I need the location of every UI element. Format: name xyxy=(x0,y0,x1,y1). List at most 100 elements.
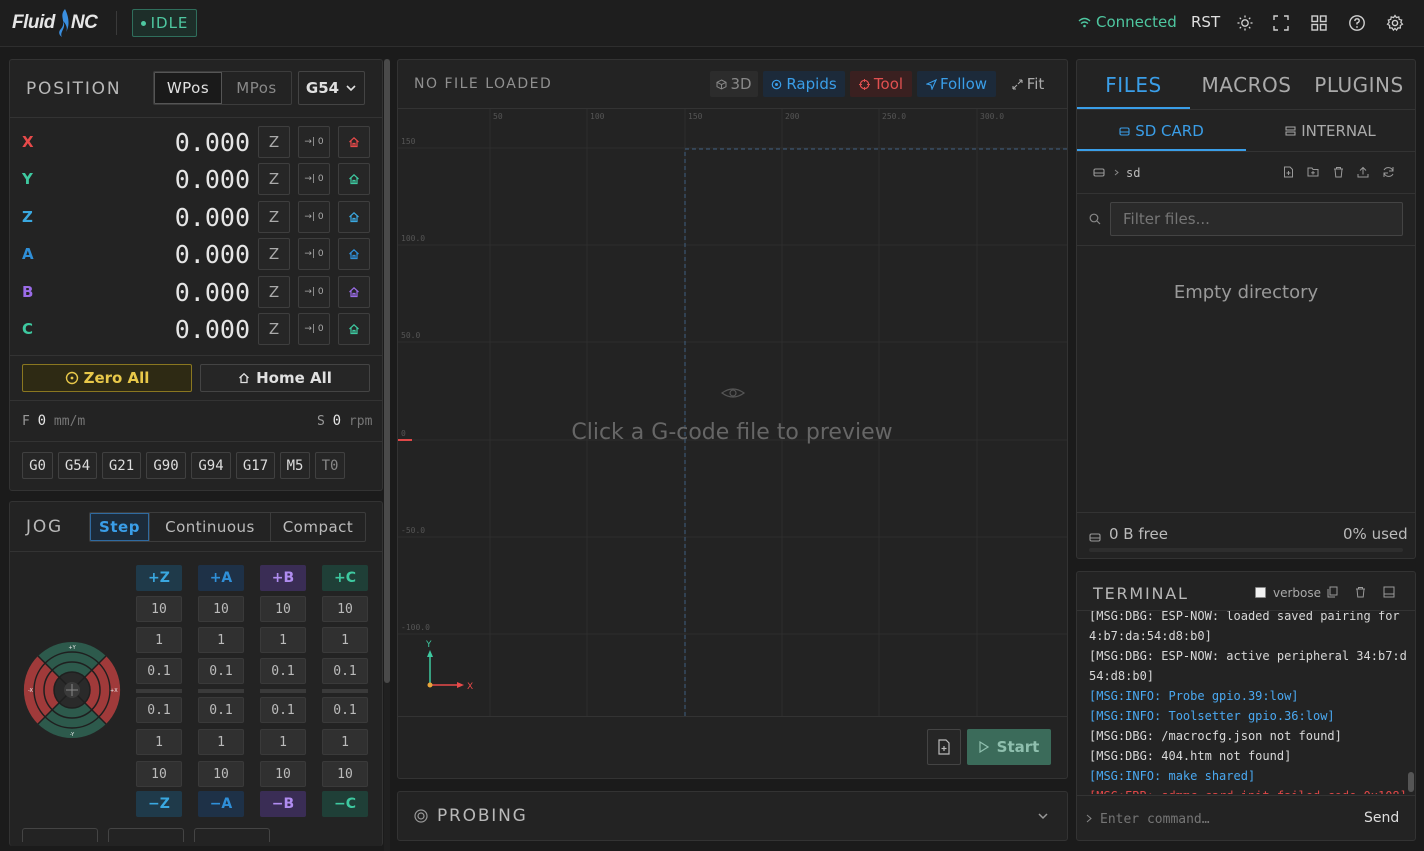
tab-plugins[interactable]: PLUGINS xyxy=(1303,62,1415,108)
jog-step-up-button[interactable]: 10 xyxy=(322,596,368,622)
jog-step-down-button[interactable]: 0.1 xyxy=(198,697,244,723)
fit-button[interactable]: Fit xyxy=(1002,71,1054,97)
verbose-checkbox[interactable] xyxy=(1255,587,1266,598)
jog-step-up-button[interactable]: 0.1 xyxy=(198,658,244,684)
jog-footer-chip[interactable] xyxy=(194,828,270,842)
home-all-button[interactable]: Home All xyxy=(200,364,370,392)
refresh-icon[interactable] xyxy=(1382,166,1395,178)
jog-step-up-button[interactable]: 0.1 xyxy=(322,658,368,684)
jog-continuous-button[interactable]: Continuous xyxy=(149,513,270,541)
jog-step-up-button[interactable]: 1 xyxy=(322,627,368,653)
fullscreen-icon[interactable] xyxy=(1272,14,1290,32)
set-axis-button[interactable]: →| 0 xyxy=(298,276,330,308)
jog-step-up-button[interactable]: 10 xyxy=(260,596,306,622)
set-axis-button[interactable]: →| 0 xyxy=(298,126,330,158)
zero-axis-button[interactable]: Z xyxy=(258,238,290,270)
zero-axis-button[interactable]: Z xyxy=(258,276,290,308)
new-file-icon[interactable] xyxy=(1283,166,1294,178)
jog-step-up-button[interactable]: 0.1 xyxy=(136,658,182,684)
jog-step-down-button[interactable]: 10 xyxy=(198,761,244,787)
set-axis-button[interactable]: →| 0 xyxy=(298,313,330,345)
jog-step-up-button[interactable]: 0.1 xyxy=(260,658,306,684)
jog-footer-chip[interactable] xyxy=(22,828,98,842)
jog-step-down-button[interactable]: 0.1 xyxy=(136,697,182,723)
copy-icon[interactable] xyxy=(1327,586,1338,598)
trash-icon[interactable] xyxy=(1333,166,1344,178)
tool-toggle[interactable]: Tool xyxy=(850,71,912,97)
help-icon[interactable] xyxy=(1348,14,1366,32)
filter-files-input[interactable] xyxy=(1110,202,1403,236)
zero-axis-button[interactable]: Z xyxy=(258,313,290,345)
zero-all-button[interactable]: Zero All xyxy=(22,364,192,392)
tab-macros[interactable]: MACROS xyxy=(1190,62,1303,108)
jog-step-up-button[interactable]: 10 xyxy=(198,596,244,622)
jog-step-up-button[interactable]: 10 xyxy=(136,596,182,622)
jog-step-down-button[interactable]: 10 xyxy=(322,761,368,787)
jog-plus-button[interactable]: +C xyxy=(322,565,368,591)
drive-icon[interactable] xyxy=(1093,167,1105,177)
jog-footer-chip[interactable] xyxy=(108,828,184,842)
source-sd-card[interactable]: SD CARD xyxy=(1077,112,1246,150)
home-axis-button[interactable] xyxy=(338,276,370,308)
gcode-preview-canvas[interactable]: 50 100 150 200 250.0 300.0 150 100.0 50.0 0 -50.0 -… xyxy=(398,109,1067,716)
jog-step-up-button[interactable]: 1 xyxy=(260,627,306,653)
jog-step-down-button[interactable]: 1 xyxy=(322,729,368,755)
wpos-button[interactable]: WPos xyxy=(154,72,222,104)
jog-plus-button[interactable]: +B xyxy=(260,565,306,591)
clear-terminal-icon[interactable] xyxy=(1355,586,1366,598)
jog-step-down-button[interactable]: 0.1 xyxy=(322,697,368,723)
set-axis-button[interactable]: →| 0 xyxy=(298,163,330,195)
connection-status[interactable]: Connected xyxy=(1078,13,1177,31)
jog-minus-button[interactable]: −A xyxy=(198,791,244,817)
gear-icon[interactable] xyxy=(1386,14,1404,32)
jog-step-down-button[interactable]: 1 xyxy=(260,729,306,755)
jog-step-down-button[interactable]: 1 xyxy=(136,729,182,755)
start-button[interactable]: Start xyxy=(967,729,1051,765)
jog-minus-button[interactable]: −Z xyxy=(136,791,182,817)
reset-button[interactable]: RST xyxy=(1191,13,1220,31)
jog-minus-button[interactable]: −B xyxy=(260,791,306,817)
chevron-down-icon[interactable] xyxy=(1037,812,1049,820)
minimize-icon[interactable] xyxy=(1383,586,1395,598)
jog-compact-button[interactable]: Compact xyxy=(270,513,365,541)
home-axis-button[interactable] xyxy=(338,313,370,345)
jog-step-button[interactable]: Step xyxy=(90,513,149,541)
home-axis-button[interactable] xyxy=(338,201,370,233)
jog-step-up-button[interactable]: 1 xyxy=(136,627,182,653)
jog-plus-button[interactable]: +A xyxy=(198,565,244,591)
xy-jog-dial[interactable]: +Y -Y -X +X xyxy=(22,640,122,740)
set-axis-button[interactable]: →| 0 xyxy=(298,238,330,270)
jog-step-down-button[interactable]: 1 xyxy=(198,729,244,755)
zero-axis-button[interactable]: Z xyxy=(258,201,290,233)
jog-step-down-button[interactable]: 0.1 xyxy=(260,697,306,723)
follow-toggle[interactable]: Follow xyxy=(917,71,996,97)
jog-step-down-button[interactable]: 10 xyxy=(136,761,182,787)
breadcrumb-path[interactable]: sd xyxy=(1126,166,1140,180)
tab-files[interactable]: FILES xyxy=(1077,62,1190,108)
zero-axis-button[interactable]: Z xyxy=(258,163,290,195)
home-axis-button[interactable] xyxy=(338,126,370,158)
jog-step-down-button[interactable]: 10 xyxy=(260,761,306,787)
load-file-button[interactable] xyxy=(927,729,961,765)
grid-icon[interactable] xyxy=(1310,14,1328,32)
rapids-toggle[interactable]: Rapids xyxy=(763,71,845,97)
jog-plus-button[interactable]: +Z xyxy=(136,565,182,591)
mpos-button[interactable]: MPos xyxy=(222,72,291,104)
upload-icon[interactable] xyxy=(1357,166,1369,178)
jog-minus-button[interactable]: −C xyxy=(322,791,368,817)
send-button[interactable]: Send xyxy=(1364,810,1399,826)
view-3d-button[interactable]: 3D xyxy=(710,71,758,97)
terminal-output[interactable]: [MSG:DBG: ESP-NOW: loaded saved pairing … xyxy=(1077,611,1407,794)
terminal-scrollbar-thumb[interactable] xyxy=(1408,772,1414,792)
left-scrollbar-thumb[interactable] xyxy=(384,59,390,683)
new-folder-icon[interactable] xyxy=(1307,166,1319,177)
wcs-select[interactable]: G54 xyxy=(298,71,365,105)
source-internal[interactable]: INTERNAL xyxy=(1246,112,1415,150)
home-axis-button[interactable] xyxy=(338,163,370,195)
command-input[interactable] xyxy=(1096,806,1336,832)
set-axis-button[interactable]: →| 0 xyxy=(298,201,330,233)
sun-icon[interactable] xyxy=(1236,14,1254,32)
jog-step-up-button[interactable]: 1 xyxy=(198,627,244,653)
home-axis-button[interactable] xyxy=(338,238,370,270)
zero-axis-button[interactable]: Z xyxy=(258,126,290,158)
